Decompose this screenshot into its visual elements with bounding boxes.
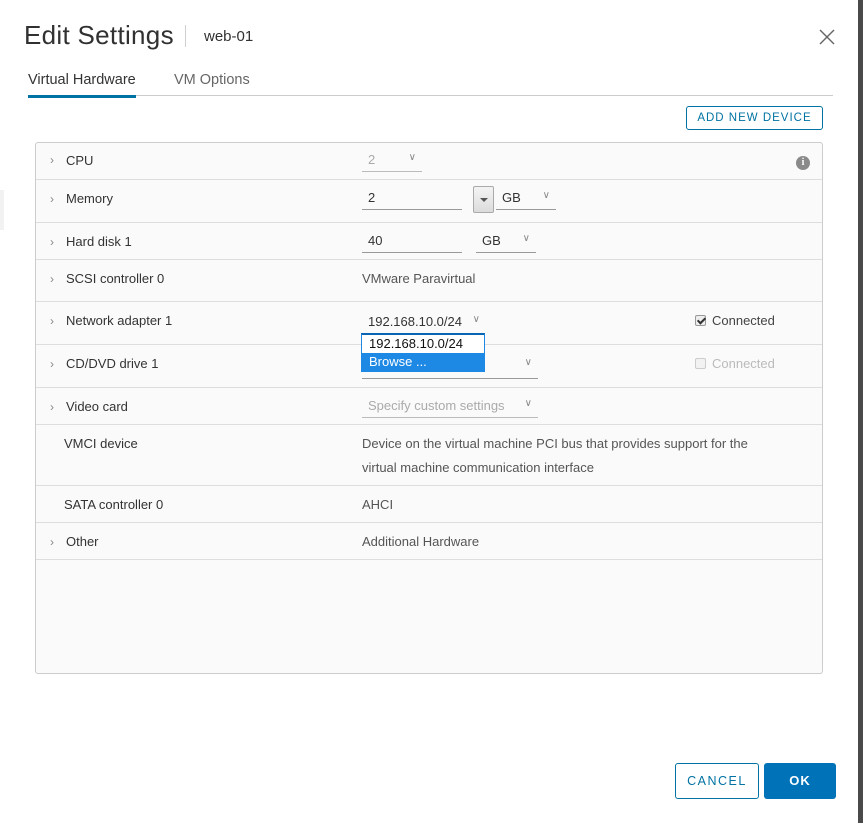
chevron-right-icon[interactable]: › [50, 192, 54, 206]
memory-spin-button[interactable] [473, 186, 494, 213]
dialog-title: Edit Settings [24, 20, 174, 50]
vmci-value-line1: Device on the virtual machine PCI bus th… [362, 436, 748, 451]
sata-value: AHCI [362, 497, 394, 512]
chevron-down-icon: ∨ [542, 190, 550, 201]
chevron-right-icon[interactable]: › [50, 314, 54, 328]
info-icon[interactable]: i [796, 156, 810, 170]
connected-label: Connected [712, 356, 775, 371]
row-vmci-device: VMCI device Device on the virtual machin… [36, 425, 822, 486]
caret-down-icon [480, 198, 488, 202]
row-sata-controller: SATA controller 0 AHCI [36, 486, 822, 523]
close-icon [819, 29, 835, 45]
memory-unit-select[interactable]: GB ∨ [496, 190, 556, 210]
connected-label: Connected [712, 313, 775, 328]
hard-disk-unit: GB [482, 233, 501, 248]
ok-button[interactable]: OK [764, 763, 836, 799]
chevron-right-icon[interactable]: › [50, 535, 54, 549]
network-label: Network adapter 1 [66, 313, 173, 328]
video-value: Specify custom settings [368, 398, 505, 413]
cpu-value: 2 [368, 152, 376, 167]
memory-label: Memory [66, 191, 113, 206]
network-value: 192.168.10.0/24 [368, 314, 462, 329]
sata-label: SATA controller 0 [64, 497, 164, 512]
tab-virtual-hardware[interactable]: Virtual Hardware [28, 72, 136, 98]
scsi-label: SCSI controller 0 [66, 271, 165, 286]
other-value: Additional Hardware [362, 534, 480, 549]
vmci-label: VMCI device [64, 436, 138, 451]
cpu-select[interactable]: 2 ∨ [362, 152, 422, 172]
vmci-value-line2: virtual machine communication interface [362, 460, 594, 475]
dropdown-option[interactable]: 192.168.10.0/24 [362, 335, 484, 353]
chevron-right-icon[interactable]: › [50, 400, 54, 414]
row-video-card: › Video card Specify custom settings ∨ [36, 388, 822, 425]
video-label: Video card [66, 399, 128, 414]
row-other: › Other Additional Hardware [36, 523, 822, 560]
window-edge [858, 0, 863, 823]
memory-unit: GB [502, 190, 521, 205]
network-connected-checkbox[interactable]: Connected [695, 313, 775, 328]
cdrom-label: CD/DVD drive 1 [66, 356, 159, 371]
tab-bar: Virtual Hardware VM Options [28, 60, 833, 98]
cdrom-connected-checkbox[interactable]: Connected [695, 356, 775, 371]
tab-vm-options[interactable]: VM Options [174, 72, 250, 95]
hard-disk-input[interactable]: 40 [362, 233, 462, 253]
checkbox-unchecked-icon [695, 358, 706, 369]
dropdown-option-browse[interactable]: Browse ... [362, 353, 484, 371]
checkbox-checked-icon [695, 315, 706, 326]
chevron-right-icon[interactable]: › [50, 235, 54, 249]
row-hard-disk: › Hard disk 1 40 GB ∨ [36, 223, 822, 260]
vm-name: web-01 [204, 28, 254, 45]
background-shade [0, 190, 4, 230]
row-memory: › Memory 2 GB ∨ [36, 180, 822, 223]
title-divider [185, 25, 186, 47]
edit-settings-dialog: Edit Settings web-01 Virtual Hardware VM… [0, 0, 858, 823]
scsi-value: VMware Paravirtual [362, 271, 476, 286]
chevron-right-icon[interactable]: › [50, 272, 54, 286]
memory-input[interactable]: 2 [362, 190, 462, 210]
network-select[interactable]: 192.168.10.0/24 ∨ [362, 314, 482, 334]
chevron-down-icon: ∨ [408, 152, 416, 163]
chevron-down-icon: ∨ [472, 314, 480, 325]
hard-disk-label: Hard disk 1 [66, 234, 132, 249]
hard-disk-unit-select[interactable]: GB ∨ [476, 233, 536, 253]
network-dropdown-list: 192.168.10.0/24 Browse ... [361, 333, 485, 372]
cpu-label: CPU [66, 153, 94, 168]
chevron-right-icon[interactable]: › [50, 357, 54, 371]
hardware-list: › CPU 2 ∨ i › Memory 2 GB ∨ › Hard disk … [35, 142, 823, 674]
chevron-down-icon: ∨ [524, 398, 532, 409]
row-scsi-controller: › SCSI controller 0 VMware Paravirtual [36, 260, 822, 302]
chevron-down-icon: ∨ [522, 233, 530, 244]
other-label: Other [66, 534, 99, 549]
cancel-button[interactable]: CANCEL [675, 763, 759, 799]
video-select[interactable]: Specify custom settings ∨ [362, 398, 538, 418]
chevron-right-icon[interactable]: › [50, 153, 54, 167]
chevron-down-icon: ∨ [524, 357, 532, 368]
row-cpu: › CPU 2 ∨ i [36, 143, 822, 180]
close-button[interactable] [817, 27, 837, 47]
add-new-device-button[interactable]: ADD NEW DEVICE [686, 106, 823, 130]
